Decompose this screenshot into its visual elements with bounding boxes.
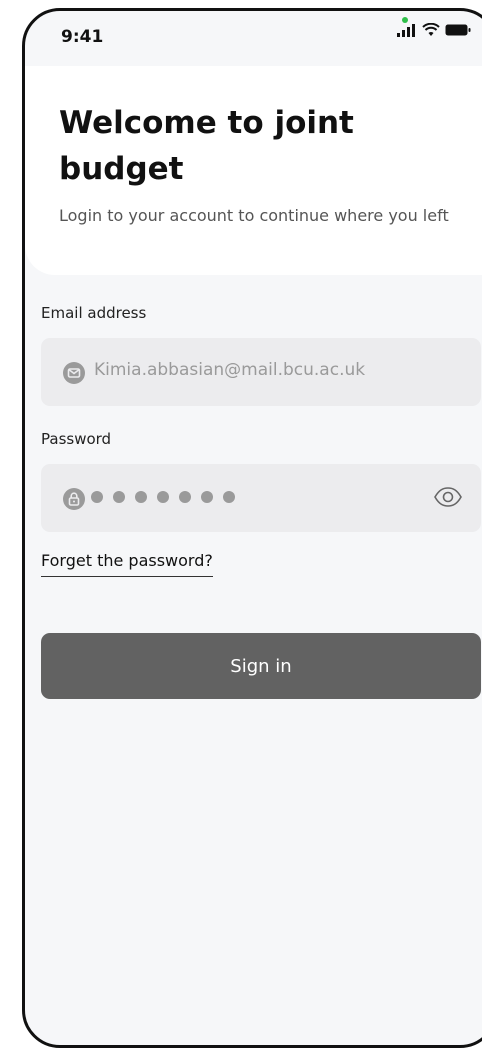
- password-field[interactable]: [41, 464, 481, 532]
- status-time: 9:41: [61, 27, 104, 47]
- page-subtitle: Login to your account to continue where …: [59, 206, 449, 225]
- wifi-icon: [422, 23, 440, 36]
- email-label: Email address: [41, 304, 147, 322]
- welcome-card: Welcome to joint budget Login to your ac…: [25, 66, 482, 275]
- eye-icon[interactable]: [433, 486, 463, 508]
- email-field[interactable]: Kimia.abbasian@mail.bcu.ac.uk: [41, 338, 481, 406]
- email-value: Kimia.abbasian@mail.bcu.ac.uk: [94, 360, 366, 380]
- page-title: Welcome to joint budget: [59, 105, 354, 187]
- lock-icon: [63, 488, 85, 510]
- signal-icon: [397, 24, 415, 37]
- forgot-password-link[interactable]: Forget the password?: [41, 551, 213, 577]
- phone-frame: 9:41 Welcome to joint budget Login to yo…: [22, 8, 482, 1048]
- sign-in-button[interactable]: Sign in: [41, 633, 481, 699]
- status-bar: 9:41: [25, 11, 482, 61]
- password-label: Password: [41, 430, 112, 448]
- status-icons: [397, 23, 471, 37]
- battery-icon: [445, 24, 471, 36]
- password-mask: [91, 491, 235, 503]
- mail-icon: [63, 362, 85, 384]
